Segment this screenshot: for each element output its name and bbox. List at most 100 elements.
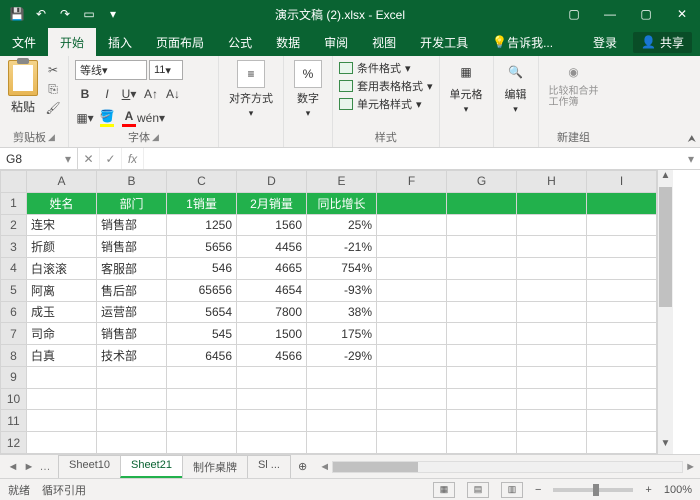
cell[interactable]: 白滚滚 (27, 258, 97, 280)
tab-视图[interactable]: 视图 (360, 28, 408, 56)
cell[interactable]: 4566 (237, 345, 307, 367)
sheet-tab-制作桌牌[interactable]: 制作桌牌 (182, 455, 248, 478)
zoom-in-icon[interactable]: + (645, 484, 651, 496)
cell[interactable] (587, 279, 657, 301)
copy-icon[interactable]: ⎘ (44, 81, 62, 97)
cell[interactable]: 4665 (237, 258, 307, 280)
cell[interactable] (517, 388, 587, 410)
row-header-11[interactable]: 11 (1, 410, 27, 432)
vertical-scrollbar[interactable]: ▲ ▼ (657, 170, 673, 454)
row-header-7[interactable]: 7 (1, 323, 27, 345)
row-header-9[interactable]: 9 (1, 366, 27, 388)
sheet-tab-Sheet21[interactable]: Sheet21 (120, 455, 183, 478)
cell[interactable] (587, 345, 657, 367)
cell[interactable]: 销售部 (97, 214, 167, 236)
font-launcher-icon[interactable]: ◢ (152, 132, 159, 143)
col-header-D[interactable]: D (237, 171, 307, 193)
cell[interactable] (447, 432, 517, 454)
compare-merge-button[interactable]: ◉比较和合并工作簿 (545, 58, 603, 110)
cell[interactable]: 客服部 (97, 258, 167, 280)
number-button[interactable]: %数字▾ (290, 58, 326, 121)
format-painter-icon[interactable]: 🖌 (44, 100, 62, 116)
cell[interactable] (447, 214, 517, 236)
cell[interactable] (587, 366, 657, 388)
qat-dropdown-icon[interactable]: ▾ (102, 3, 124, 25)
col-header-H[interactable]: H (517, 171, 587, 193)
increase-font-button[interactable]: A↑ (141, 84, 161, 104)
cell[interactable] (517, 192, 587, 214)
cell[interactable] (587, 192, 657, 214)
hscroll-right-icon[interactable]: ► (685, 461, 696, 473)
cell[interactable] (447, 410, 517, 432)
cell[interactable]: 成玉 (27, 301, 97, 323)
cell[interactable] (517, 236, 587, 258)
fill-color-button[interactable]: 🪣 (97, 108, 117, 128)
cell[interactable] (377, 410, 447, 432)
scroll-down-icon[interactable]: ▼ (658, 438, 673, 454)
zoom-slider[interactable] (553, 488, 633, 492)
new-sheet-button[interactable]: ⊕ (290, 460, 315, 473)
expand-formula-bar-icon[interactable]: ▾ (682, 152, 700, 166)
cell[interactable]: 售后部 (97, 279, 167, 301)
row-header-8[interactable]: 8 (1, 345, 27, 367)
save-icon[interactable]: 💾 (6, 3, 28, 25)
enter-formula-icon[interactable]: ✓ (100, 148, 122, 169)
row-header-12[interactable]: 12 (1, 432, 27, 454)
cell[interactable] (27, 432, 97, 454)
cell[interactable]: 546 (167, 258, 237, 280)
cell[interactable] (517, 279, 587, 301)
row-header-5[interactable]: 5 (1, 279, 27, 301)
cell[interactable] (307, 388, 377, 410)
cell[interactable] (447, 301, 517, 323)
cell[interactable]: 754% (307, 258, 377, 280)
cell[interactable] (237, 432, 307, 454)
tab-开发工具[interactable]: 开发工具 (408, 28, 480, 56)
cell[interactable]: 部门 (97, 192, 167, 214)
cell[interactable]: 白真 (27, 345, 97, 367)
cell[interactable] (237, 366, 307, 388)
zoom-level[interactable]: 100% (664, 484, 692, 496)
scroll-up-icon[interactable]: ▲ (658, 170, 673, 186)
cell[interactable] (587, 301, 657, 323)
cell[interactable] (97, 366, 167, 388)
page-layout-view-icon[interactable]: ▤ (467, 482, 489, 498)
sheet-tab-Sheet10[interactable]: Sheet10 (58, 455, 121, 478)
cell[interactable] (27, 410, 97, 432)
cell[interactable] (307, 410, 377, 432)
col-header-F[interactable]: F (377, 171, 447, 193)
col-header-G[interactable]: G (447, 171, 517, 193)
cell[interactable] (377, 214, 447, 236)
cell[interactable] (517, 366, 587, 388)
cell[interactable] (167, 366, 237, 388)
cell[interactable]: 38% (307, 301, 377, 323)
cell[interactable] (447, 388, 517, 410)
hscroll-thumb[interactable] (333, 462, 418, 472)
cell[interactable] (377, 236, 447, 258)
cell[interactable] (447, 258, 517, 280)
cell[interactable]: 阿离 (27, 279, 97, 301)
cell[interactable] (27, 388, 97, 410)
cell[interactable] (377, 258, 447, 280)
cut-icon[interactable]: ✂ (44, 62, 62, 78)
cell[interactable] (587, 410, 657, 432)
cell[interactable]: 1560 (237, 214, 307, 236)
row-header-3[interactable]: 3 (1, 236, 27, 258)
cell[interactable]: 6456 (167, 345, 237, 367)
cell[interactable] (97, 410, 167, 432)
cell[interactable] (377, 345, 447, 367)
cell[interactable]: 连宋 (27, 214, 97, 236)
cell[interactable] (377, 323, 447, 345)
cell[interactable] (587, 323, 657, 345)
col-header-B[interactable]: B (97, 171, 167, 193)
cell[interactable] (517, 432, 587, 454)
paste-button[interactable]: 粘贴 (6, 58, 40, 117)
tab-开始[interactable]: 开始 (48, 28, 96, 56)
italic-button[interactable]: I (97, 84, 117, 104)
cell[interactable] (517, 323, 587, 345)
fx-icon[interactable]: fx (122, 148, 144, 169)
conditional-format-button[interactable]: 条件格式 ▾ (339, 60, 433, 76)
cell[interactable]: 175% (307, 323, 377, 345)
tab-插入[interactable]: 插入 (96, 28, 144, 56)
align-button[interactable]: ≡对齐方式▾ (225, 58, 277, 121)
cell[interactable] (307, 432, 377, 454)
